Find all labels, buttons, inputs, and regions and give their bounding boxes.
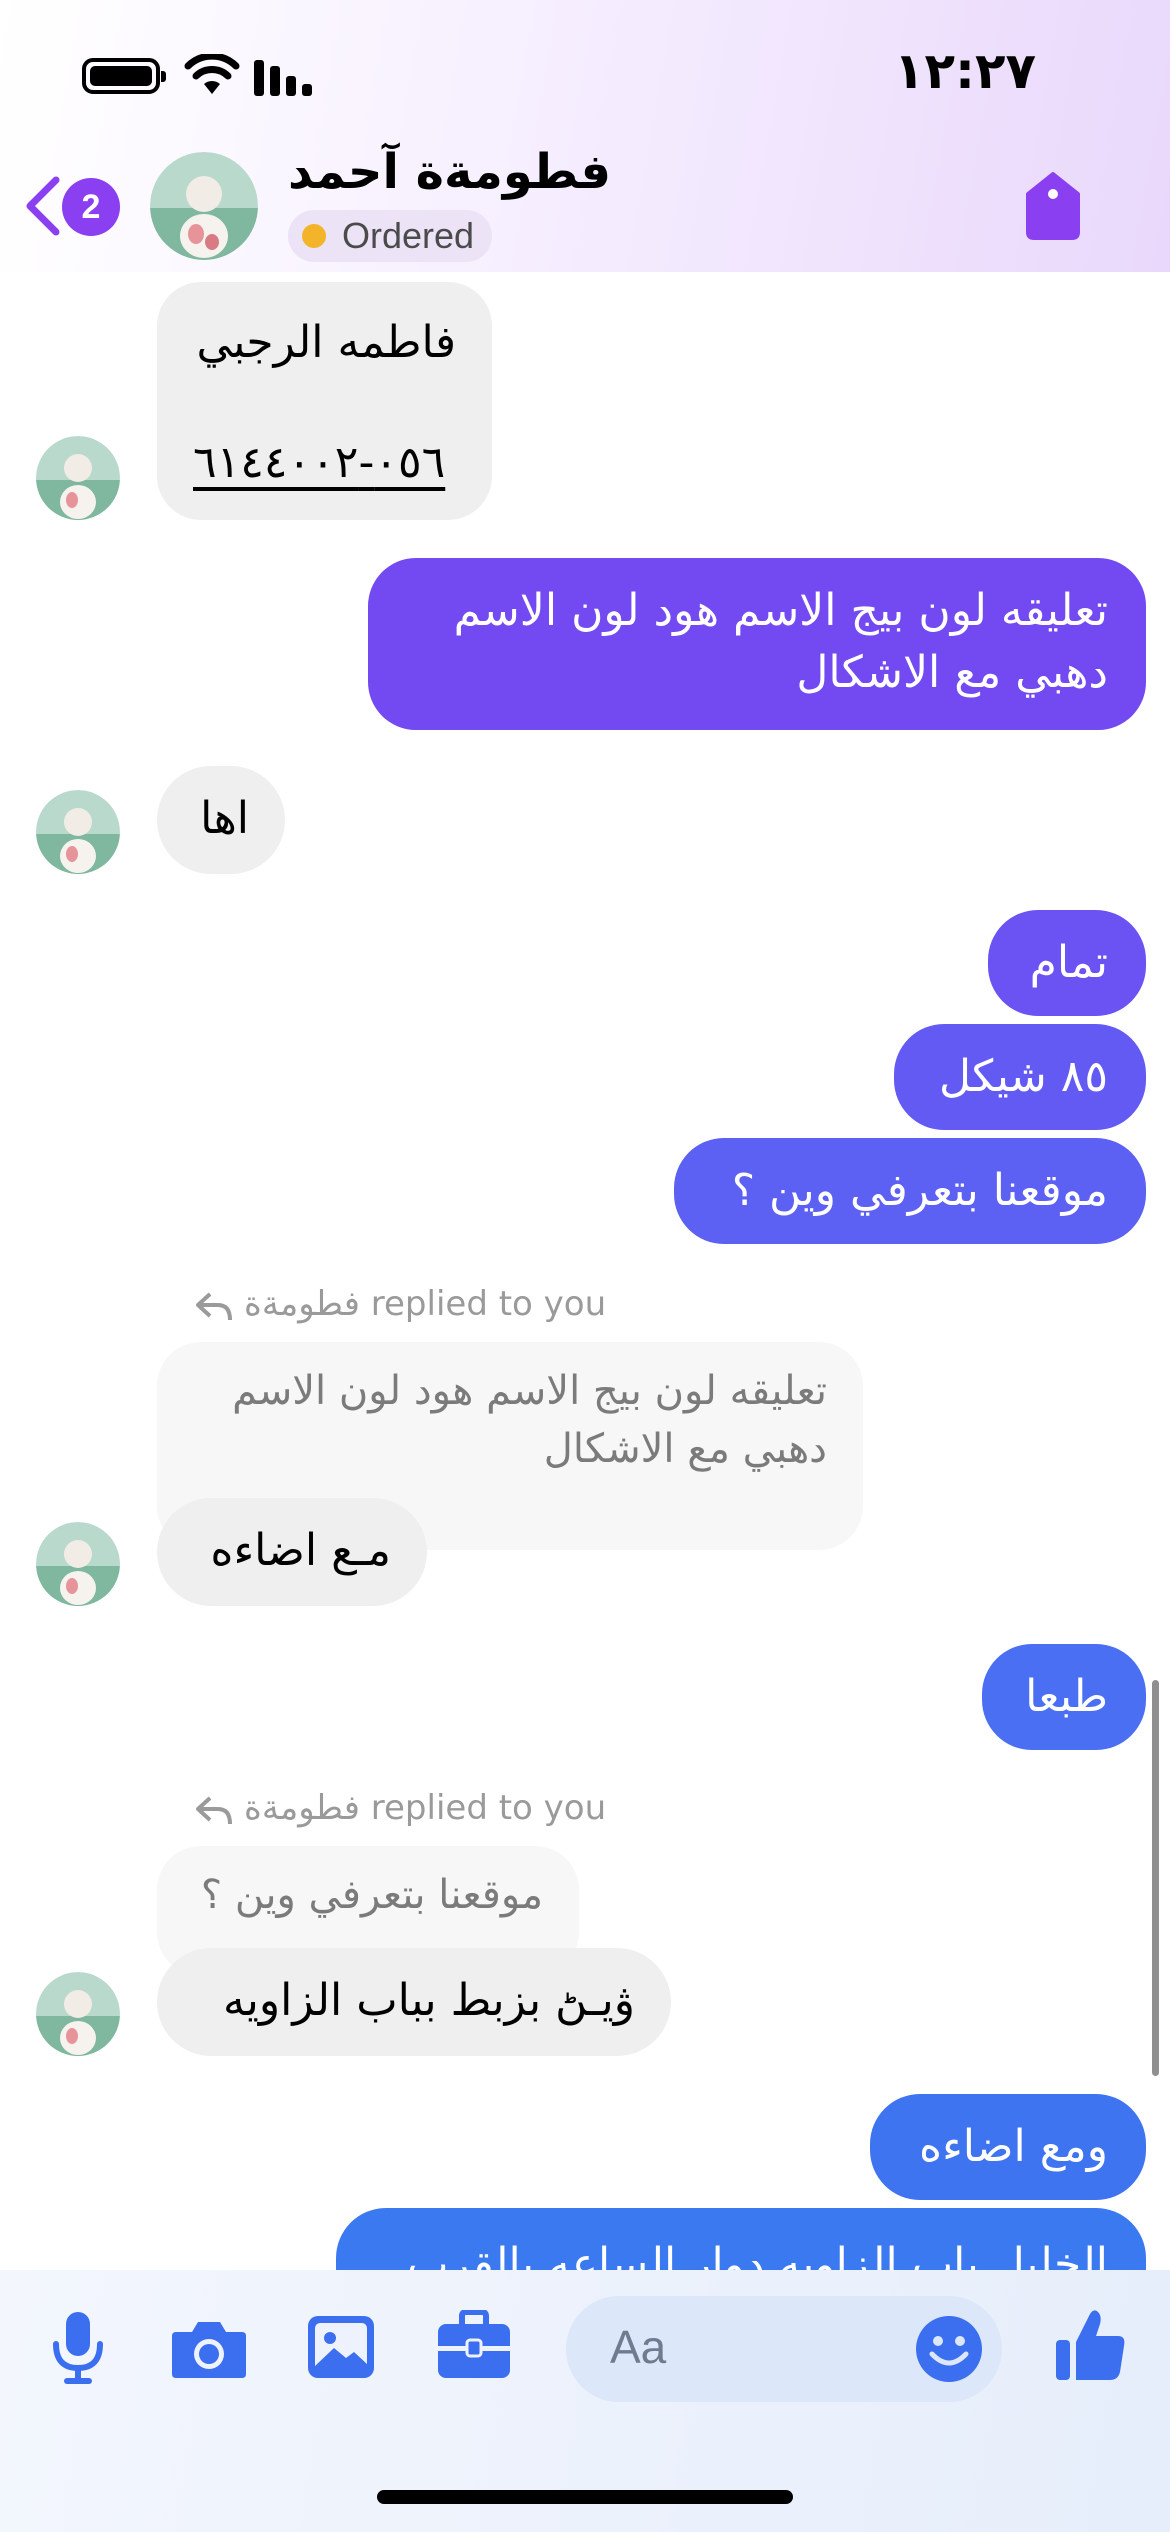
message-text: موقعنا بتعرفي وين ؟: [731, 1165, 1108, 1216]
outgoing-message[interactable]: تعليقه لون بيج الاسم هود لون الاسم دهبي …: [368, 558, 1146, 730]
message-text: الخليل باب الزاويه دوار الساعه بالقرب: [407, 2239, 1108, 2270]
incoming-message[interactable]: فاطمه الرجبي ٠٥٦-٦١٤٤٠٠٢: [157, 282, 492, 520]
gallery-icon[interactable]: [306, 2314, 376, 2380]
contact-name[interactable]: فطومةة آحمد: [288, 144, 611, 200]
message-text: ٨٥ شيكل: [938, 1051, 1108, 1102]
battery-icon: [82, 58, 166, 94]
camera-icon[interactable]: [170, 2318, 248, 2380]
avatar[interactable]: [36, 1972, 120, 2056]
briefcase-icon[interactable]: [436, 2310, 512, 2380]
message-text: طبعا: [1025, 1671, 1108, 1722]
incoming-message[interactable]: اها: [157, 766, 285, 874]
home-indicator: [377, 2490, 793, 2504]
message-text: تمام: [1029, 937, 1108, 988]
status-time: ١٢:٢٧: [893, 42, 1036, 100]
outgoing-message[interactable]: موقعنا بتعرفي وين ؟: [674, 1138, 1146, 1244]
wifi-icon: [184, 54, 240, 94]
avatar[interactable]: [36, 790, 120, 874]
message-text: ومع اضاءه: [919, 2121, 1108, 2172]
unread-count-badge[interactable]: 2: [62, 178, 120, 236]
incoming-message[interactable]: مـع اضاءه: [157, 1498, 427, 1606]
scrollbar-thumb[interactable]: [1152, 1680, 1159, 2076]
tag-icon[interactable]: [1020, 170, 1086, 240]
reply-arrow-icon: [196, 1292, 232, 1321]
quoted-text: تعليقه لون بيج الاسم هود لون الاسم: [232, 1368, 827, 1414]
reply-label: فطومةة replied to you: [244, 1284, 607, 1324]
incoming-message[interactable]: ۋيـڻ بزبط بباب الزاويه: [157, 1948, 671, 2056]
reply-arrow-icon: [196, 1796, 232, 1825]
order-status-badge[interactable]: Ordered: [288, 210, 493, 262]
quoted-text: موقعنا بتعرفي وين ؟: [200, 1872, 543, 1918]
message-text: ۋيـڻ بزبط بباب الزاويه: [223, 1975, 635, 2026]
chevron-left-icon[interactable]: [22, 174, 62, 238]
phone-number-link[interactable]: ٠٥٦-٦١٤٤٠٠٢: [157, 432, 456, 494]
microphone-icon[interactable]: [50, 2310, 106, 2386]
avatar[interactable]: [150, 152, 258, 260]
avatar[interactable]: [36, 1522, 120, 1606]
quoted-text: دهبي مع الاشكال: [543, 1426, 827, 1472]
message-text: فاطمه الرجبي: [196, 317, 456, 368]
cellular-signal-icon: [254, 60, 312, 96]
avatar[interactable]: [36, 436, 120, 520]
message-text: اها: [200, 793, 249, 844]
outgoing-message[interactable]: تمام: [988, 910, 1146, 1016]
outgoing-message[interactable]: الخليل باب الزاويه دوار الساعه بالقرب: [336, 2208, 1146, 2270]
outgoing-message[interactable]: ٨٥ شيكل: [894, 1024, 1146, 1130]
order-status-label: Ordered: [342, 215, 475, 256]
status-dot-icon: [302, 224, 326, 248]
message-text: مـع اضاءه: [210, 1525, 391, 1576]
message-text: دهبي مع الاشكال: [796, 647, 1108, 698]
reply-label: فطومةة replied to you: [244, 1788, 607, 1828]
message-input[interactable]: Aa: [566, 2296, 1002, 2402]
thumbs-up-icon[interactable]: [1054, 2308, 1126, 2382]
message-text: تعليقه لون بيج الاسم هود لون الاسم: [453, 585, 1108, 636]
outgoing-message[interactable]: طبعا: [982, 1644, 1146, 1750]
message-placeholder: Aa: [610, 2321, 667, 2373]
outgoing-message[interactable]: ومع اضاءه: [870, 2094, 1146, 2200]
emoji-icon[interactable]: [914, 2314, 984, 2384]
top-bar: ١٢:٢٧ 2 فطومةة آحمد Ordered: [0, 0, 1170, 272]
message-list[interactable]: فاطمه الرجبي ٠٥٦-٦١٤٤٠٠٢ تعليقه لون بيج …: [0, 272, 1170, 2270]
